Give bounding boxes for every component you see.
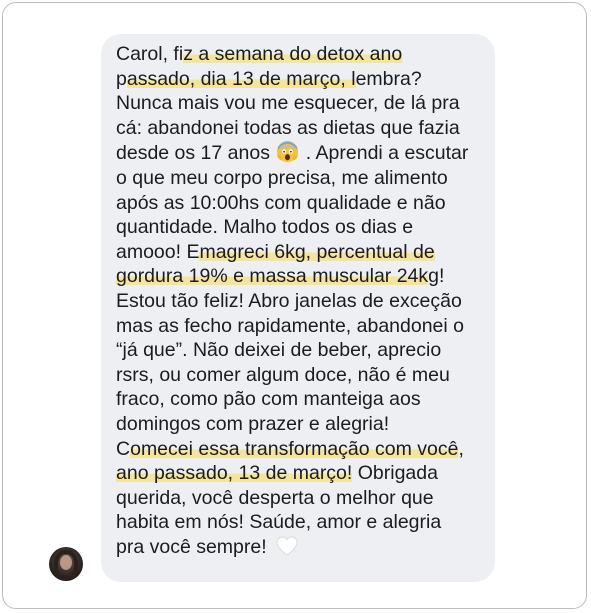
- highlighted-text: assado, dia 13 de março, l: [126, 67, 356, 90]
- message-text-segment: . Aprendi a escutar: [300, 142, 469, 165]
- message-line: querida, você desperta o melhor que: [116, 486, 488, 511]
- message-line: após as 10:00hs com qualidade e não: [116, 191, 488, 216]
- message-text-segment: domingos com prazer e alegria!: [116, 412, 390, 435]
- highlighted-text: omecei essa transformação com você: [130, 437, 459, 460]
- message-line: passado, dia 13 de março, lembra?: [116, 67, 488, 92]
- message-line: quantidade. Malho todos os dias e: [116, 215, 488, 240]
- message-line: pra você sempre!: [116, 535, 488, 560]
- message-line: desde os 17 anos . Aprendi a escutar: [116, 140, 488, 166]
- message-text-segment: cá: abandonei todas as dietas que fazia: [116, 116, 460, 139]
- screaming-face-icon: [276, 140, 299, 163]
- message-text-segment: após as 10:00hs com qualidade e não: [116, 191, 446, 214]
- message-text-segment: embra?: [355, 67, 422, 90]
- message-text-segment: Estou tão feliz! Abro janelas de exceção: [116, 289, 462, 312]
- highlighted-text: gordura 19% e massa muscular 24k: [116, 265, 429, 288]
- highlighted-text: magreci 6kg, percentual de: [199, 240, 435, 263]
- message-text-segment: quantidade. Malho todos os dias e: [116, 216, 414, 239]
- white-heart-icon: [276, 536, 298, 556]
- message-line: gordura 19% e massa muscular 24kg!: [116, 264, 488, 289]
- message-line: cá: abandonei todas as dietas que fazia: [116, 116, 488, 141]
- message-text-segment: habita em nós! Saúde, amor e alegria: [116, 511, 442, 534]
- message-line: Estou tão feliz! Abro janelas de exceção: [116, 289, 488, 314]
- message-text-segment: mas as fecho rapidamente, abandonei o: [116, 314, 464, 337]
- message-line: Comecei essa transformação com você,: [116, 437, 488, 462]
- message-line: domingos com prazer e alegria!: [116, 412, 488, 437]
- highlighted-text: z a semana do detox ano: [183, 43, 403, 65]
- message-line: rsrs, ou comer algum doce, não é meu: [116, 363, 488, 388]
- message-line: amooo! Emagreci 6kg, percentual de: [116, 240, 488, 265]
- message-text-segment: p: [116, 67, 127, 90]
- message-line: mas as fecho rapidamente, abandonei o: [116, 314, 488, 339]
- highlighted-text: ano passado, 13 de março!: [116, 462, 353, 485]
- message-text: Carol, fiz a semana do detox ano passado,…: [116, 42, 488, 559]
- message-line: ano passado, 13 de março! Obrigada: [116, 461, 488, 486]
- message-text-segment: fraco, como pão com manteiga aos: [116, 388, 421, 411]
- message-text-segment: desde os 17 anos: [116, 142, 276, 165]
- message-text-segment: g!: [428, 265, 445, 288]
- message-line: “já que”. Não deixei de beber, aprecio: [116, 338, 488, 363]
- message-line: Nunca mais vou me esquecer, de lá pra: [116, 91, 488, 116]
- message-line: habita em nós! Saúde, amor e alegria: [116, 510, 488, 535]
- message-text-segment: ,: [458, 437, 464, 460]
- message-text-segment: querida, você desperta o melhor que: [116, 486, 434, 509]
- sender-avatar[interactable]: [49, 547, 83, 581]
- message-text-segment: C: [116, 437, 131, 460]
- message-text-segment: o que meu corpo precisa, me alimento: [116, 166, 448, 189]
- message-text-segment: Carol, fi: [116, 43, 184, 65]
- message-line: fraco, como pão com manteiga aos: [116, 387, 488, 412]
- message-text-segment: pra você sempre!: [116, 535, 273, 558]
- message-line: o que meu corpo precisa, me alimento: [116, 166, 488, 191]
- message-text-segment: Obrigada: [352, 462, 438, 485]
- message-text-segment: “já que”. Não deixei de beber, aprecio: [116, 339, 442, 362]
- message-text-segment: amooo! E: [116, 240, 200, 263]
- message-line: Carol, fiz a semana do detox ano: [116, 42, 488, 67]
- message-text-segment: Nunca mais vou me esquecer, de lá pra: [116, 92, 460, 115]
- avatar-face: [60, 555, 72, 570]
- message-text-segment: rsrs, ou comer algum doce, não é meu: [116, 363, 450, 386]
